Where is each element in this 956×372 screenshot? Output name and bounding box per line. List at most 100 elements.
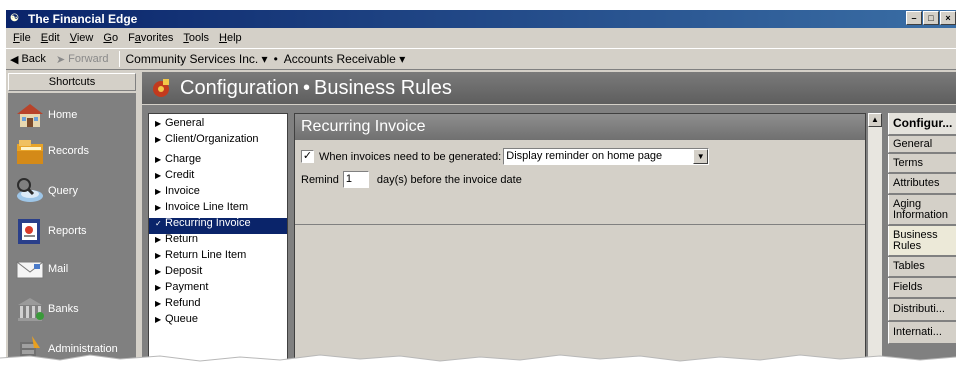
remind-days-input[interactable]: 1 [342, 171, 369, 188]
tree-item-invoice-line-item[interactable]: ▶ Invoice Line Item [149, 202, 287, 218]
vertical-scrollbar[interactable]: ▲ [868, 113, 882, 372]
caret-right-icon: ▶ [155, 203, 162, 212]
check-pointer-icon: ✓ [155, 219, 162, 228]
caret-right-icon: ▶ [155, 251, 162, 260]
generation-method-value: Display reminder on home page [506, 150, 663, 162]
caret-right-icon: ▶ [155, 267, 162, 276]
scroll-up-icon[interactable]: ▲ [868, 113, 882, 127]
navigation-bar: ◀ Back ➤ Forward Community Services Inc.… [6, 48, 956, 70]
tree-item-charge[interactable]: ▶ Charge [149, 154, 287, 170]
panel-body: ✓ When invoices need to be generated: Di… [295, 140, 865, 225]
back-arrow-icon: ◀ [10, 53, 19, 66]
page-header: Configuration • Business Rules [142, 72, 956, 104]
caret-right-icon: ▶ [155, 155, 162, 164]
tabs-header: Configur... [888, 113, 956, 135]
caret-right-icon: ▶ [155, 235, 162, 244]
app-logo-icon: ☯ [10, 13, 19, 24]
shortcut-banks[interactable]: Banks [8, 291, 136, 327]
menu-edit[interactable]: Edit [36, 32, 65, 44]
tree-item-client-organization[interactable]: ▶ Client/Organization [149, 134, 287, 154]
menu-help[interactable]: Help [214, 32, 247, 44]
page-title-part1: Configuration [180, 76, 299, 99]
tab-general[interactable]: General [888, 136, 956, 153]
home-icon [17, 104, 43, 127]
breadcrumb-module[interactable]: Accounts Receivable ▾ [284, 52, 405, 66]
menu-file[interactable]: File [8, 32, 36, 44]
breadcrumb-organization[interactable]: Community Services Inc. ▾ [126, 52, 268, 66]
tree-item-recurring-invoice[interactable]: ✓ Recurring Invoice [149, 218, 287, 234]
tree-item-payment[interactable]: ▶ Payment [149, 282, 287, 298]
forward-arrow-icon: ➤ [55, 53, 66, 66]
shortcuts-sidebar: Shortcuts Home Records Query Reports Mai… [6, 72, 138, 372]
configuration-icon [153, 79, 169, 97]
tab-international[interactable]: Internati... [888, 322, 956, 344]
reports-icon [18, 219, 40, 244]
banks-icon [18, 298, 44, 321]
menu-favorites[interactable]: Favorites [123, 32, 178, 44]
shortcut-records[interactable]: Records [8, 133, 136, 169]
configuration-tabs: Configur... General Terms Attributes Agi… [888, 113, 956, 372]
minimize-button[interactable]: – [906, 11, 922, 25]
tab-aging-information[interactable]: Aging Information [888, 195, 956, 225]
app-window: ☯ The Financial Edge – □ × File Edit Vie… [6, 10, 956, 372]
remind-label: Remind [301, 173, 339, 186]
remind-setting-row: Remind 1 day(s) before the invoice date [301, 171, 522, 188]
caret-right-icon: ▶ [155, 119, 162, 128]
tree-item-deposit[interactable]: ▶ Deposit [149, 266, 287, 282]
shortcut-mail[interactable]: Mail [8, 251, 136, 287]
remind-suffix-label: day(s) before the invoice date [376, 173, 522, 186]
menu-go[interactable]: Go [98, 32, 123, 44]
generation-method-select[interactable]: Display reminder on home page ▼ [503, 148, 710, 165]
shortcut-reports[interactable]: Reports [8, 213, 136, 249]
tree-item-general[interactable]: ▶ General [149, 118, 287, 134]
caret-right-icon: ▶ [155, 283, 162, 292]
page-title-part2: Business Rules [313, 76, 452, 99]
tab-terms[interactable]: Terms [888, 154, 956, 173]
menu-tools[interactable]: Tools [178, 32, 214, 44]
shortcuts-list: Home Records Query Reports Mail Banks Ad… [8, 93, 136, 372]
shortcut-query[interactable]: Query [8, 173, 136, 209]
chevron-down-icon: ▾ [261, 52, 268, 66]
shortcuts-header: Shortcuts [8, 73, 136, 91]
records-icon [17, 140, 43, 164]
tree-item-queue[interactable]: ▶ Queue [149, 314, 287, 330]
title-bar: ☯ The Financial Edge – □ × [6, 10, 956, 28]
maximize-button[interactable]: □ [923, 11, 939, 25]
forward-button[interactable]: ➤ Forward [56, 53, 109, 66]
tab-fields[interactable]: Fields [888, 278, 956, 298]
menu-view[interactable]: View [65, 32, 99, 44]
nav-divider [118, 51, 120, 67]
tab-attributes[interactable]: Attributes [888, 174, 956, 194]
generate-invoices-checkbox[interactable]: ✓ [301, 150, 314, 163]
caret-right-icon: ▶ [155, 171, 162, 180]
tree-item-refund[interactable]: ▶ Refund [149, 298, 287, 314]
tree-item-invoice[interactable]: ▶ Invoice [149, 186, 287, 202]
chevron-down-icon: ▾ [399, 52, 406, 66]
window-controls: – □ × [906, 11, 956, 25]
window-title: The Financial Edge [28, 12, 138, 26]
tree-item-credit[interactable]: ▶ Credit [149, 170, 287, 186]
caret-right-icon: ▶ [155, 315, 162, 324]
tab-tables[interactable]: Tables [888, 257, 956, 277]
recurring-invoice-panel: Recurring Invoice ✓ When invoices need t… [294, 113, 866, 372]
panel-title: Recurring Invoice [295, 114, 865, 140]
tab-distribution[interactable]: Distributi... [888, 299, 956, 321]
shortcut-home[interactable]: Home [8, 97, 136, 133]
back-button[interactable]: ◀ Back [10, 53, 46, 66]
tree-item-return-line-item[interactable]: ▶ Return Line Item [149, 250, 287, 266]
caret-right-icon: ▶ [155, 135, 162, 144]
tab-business-rules[interactable]: Business Rules [888, 226, 956, 256]
torn-edge-decoration [0, 354, 956, 372]
breadcrumb-separator: • [273, 52, 278, 66]
dropdown-arrow-icon[interactable]: ▼ [693, 149, 709, 164]
query-icon [17, 178, 43, 202]
generate-setting-row: ✓ When invoices need to be generated: Di… [301, 148, 710, 165]
generate-invoices-label: When invoices need to be generated: [319, 150, 502, 163]
close-button[interactable]: × [940, 11, 956, 25]
business-rules-tree: ▶ General ▶ Client/Organization ▶ Charge ▶ C… [148, 113, 288, 372]
content-area: ▶ General ▶ Client/Organization ▶ Charge ▶ C… [142, 105, 956, 372]
mail-icon [16, 261, 44, 279]
caret-right-icon: ▶ [155, 299, 162, 308]
tree-item-return[interactable]: ▶ Return [149, 234, 287, 250]
caret-right-icon: ▶ [155, 187, 162, 196]
